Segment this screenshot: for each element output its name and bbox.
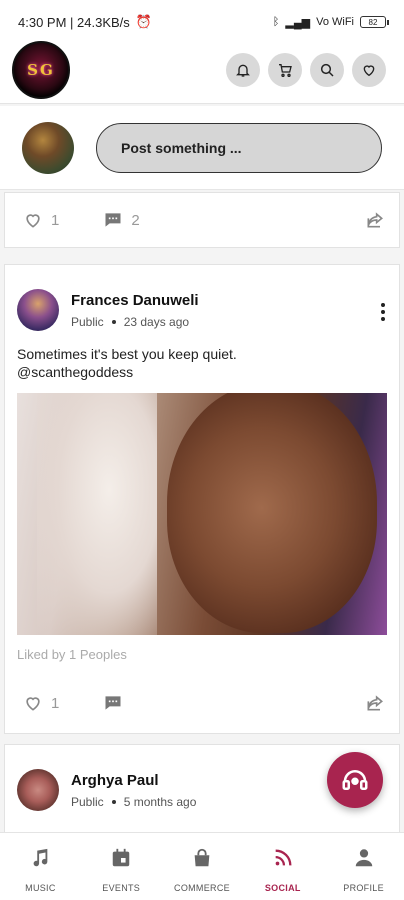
- author-name[interactable]: Frances Danuweli: [71, 292, 199, 309]
- rss-icon: [275, 849, 292, 866]
- bottom-navigation: MUSIC EVENTS COMMERCE SOCIAL PROFILE: [0, 832, 404, 900]
- post-composer: Post something ...: [0, 106, 404, 190]
- post-something-input[interactable]: Post something ...: [96, 122, 382, 173]
- post-input-placeholder: Post something ...: [121, 139, 242, 156]
- post-meta: Public 23 days ago: [71, 315, 199, 329]
- cart-icon: [279, 63, 292, 77]
- status-time-speed: 4:30 PM | 24.3KB/s: [18, 14, 130, 30]
- post-time: 5 months ago: [123, 794, 197, 809]
- separator-dot: [111, 319, 116, 324]
- like-count: 1: [51, 211, 60, 229]
- post-actions: 1: [5, 676, 399, 730]
- heart-icon: [363, 64, 375, 76]
- post-meta: Public 5 months ago: [71, 795, 196, 809]
- person-icon: [355, 849, 372, 867]
- nav-events[interactable]: EVENTS: [81, 847, 161, 893]
- search-button[interactable]: [310, 52, 344, 87]
- previous-post-card: 1 2: [4, 192, 400, 248]
- author-info: Arghya Paul Public 5 months ago: [71, 772, 196, 809]
- nav-social[interactable]: SOCIAL: [243, 847, 323, 893]
- share-button[interactable]: [365, 210, 385, 230]
- image-hand-region: [37, 393, 157, 635]
- author-info: Frances Danuweli Public 23 days ago: [71, 292, 199, 329]
- author-name[interactable]: Arghya Paul: [71, 772, 196, 789]
- comment-count: 2: [131, 211, 140, 229]
- screen: 4:30 PM | 24.3KB/s ⏰ ᛒ ▂▄▆ Vo WiFi 82 SG: [0, 0, 404, 900]
- my-avatar[interactable]: [22, 121, 74, 174]
- shopping-bag-icon: [194, 848, 210, 867]
- like-button[interactable]: 1: [23, 210, 59, 230]
- network-label: Vo WiFi: [316, 16, 354, 28]
- heart-icon: [26, 697, 40, 711]
- nav-label: PROFILE: [343, 883, 384, 893]
- header-actions: [226, 52, 386, 87]
- previous-post-actions: 1 2: [5, 193, 399, 247]
- app-header: SG: [0, 36, 404, 104]
- comment-icon: [105, 213, 121, 227]
- battery-icon: 82: [360, 16, 389, 28]
- post-image[interactable]: [17, 393, 387, 635]
- author-avatar[interactable]: [17, 289, 59, 331]
- bluetooth-icon: ᛒ: [272, 16, 280, 28]
- post-mention[interactable]: @scanthegoddess: [17, 363, 387, 381]
- comment-button[interactable]: 2: [103, 210, 140, 230]
- heart-icon: [26, 214, 40, 228]
- share-icon: [367, 212, 383, 228]
- comment-button[interactable]: [103, 693, 123, 713]
- app-logo[interactable]: SG: [12, 40, 70, 99]
- nav-profile[interactable]: PROFILE: [324, 847, 404, 893]
- nav-label: EVENTS: [102, 883, 141, 893]
- separator-dot: [111, 799, 116, 804]
- share-button[interactable]: [365, 693, 385, 713]
- liked-by-text[interactable]: Liked by 1 Peoples: [5, 635, 399, 662]
- cart-button[interactable]: [268, 52, 302, 87]
- nav-label: SOCIAL: [264, 883, 301, 893]
- music-note-icon: [33, 848, 48, 867]
- actions-left: 1 2: [23, 210, 140, 230]
- search-icon: [320, 63, 334, 77]
- nav-commerce[interactable]: COMMERCE: [162, 847, 242, 893]
- post-visibility: Public: [71, 794, 104, 809]
- nav-music[interactable]: MUSIC: [0, 847, 80, 893]
- radio-icon: [342, 770, 368, 790]
- post-text-line: Sometimes it's best you keep quiet.: [17, 346, 237, 362]
- post-header: Frances Danuweli Public 23 days ago: [5, 265, 399, 331]
- share-icon: [367, 695, 383, 711]
- author-avatar[interactable]: [17, 769, 59, 811]
- alarm-icon: ⏰: [135, 14, 152, 29]
- image-face-region: [167, 393, 377, 633]
- post-time: 23 days ago: [123, 314, 190, 329]
- comment-icon: [105, 696, 121, 710]
- post-card: Frances Danuweli Public 23 days ago Some…: [4, 264, 400, 734]
- battery-level: 82: [368, 17, 378, 27]
- nav-label: MUSIC: [25, 883, 56, 893]
- status-right: ᛒ ▂▄▆ Vo WiFi 82: [272, 16, 389, 29]
- status-left: 4:30 PM | 24.3KB/s ⏰: [18, 14, 152, 30]
- signal-icon: ▂▄▆: [285, 16, 311, 29]
- notifications-button[interactable]: [226, 52, 260, 87]
- like-button[interactable]: 1: [23, 693, 59, 713]
- nav-label: COMMERCE: [174, 883, 230, 893]
- post-visibility: Public: [71, 314, 104, 329]
- more-options-icon[interactable]: [381, 303, 385, 321]
- logo-text: SG: [27, 60, 55, 79]
- radio-fab-button[interactable]: [327, 752, 383, 808]
- like-count: 1: [51, 694, 60, 712]
- calendar-icon: [112, 848, 130, 867]
- bell-icon: [236, 64, 250, 77]
- favorites-button[interactable]: [352, 52, 386, 87]
- post-text: Sometimes it's best you keep quiet. @sca…: [5, 331, 399, 381]
- actions-left: 1: [23, 693, 123, 713]
